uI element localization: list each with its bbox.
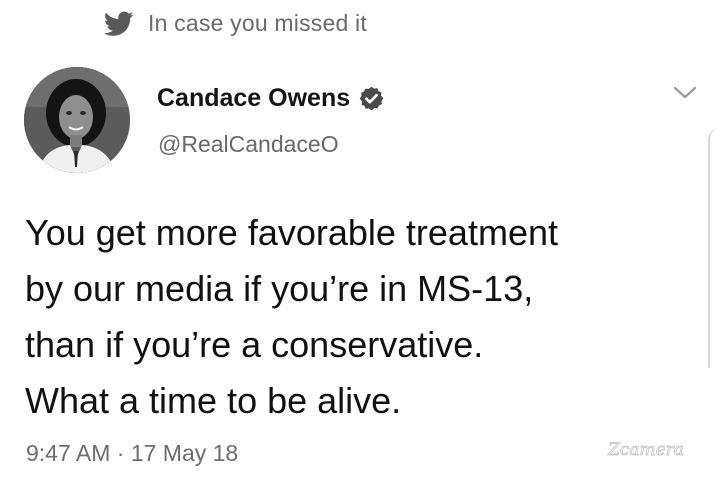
display-name[interactable]: Candace Owens [157,84,350,113]
twitter-bird-icon [104,11,134,36]
adjacent-card-edge [708,128,720,368]
tweet-text: You get more favorable treatment by our … [25,205,705,429]
chevron-down-icon[interactable] [672,84,698,102]
tweet-line: You get more favorable treatment [25,212,558,253]
watermark-logo: Zcamera [607,440,685,461]
tweet-line: than if you’re a conservative. [25,324,484,365]
author-handle[interactable]: @RealCandaceO [158,131,339,158]
profile-avatar[interactable] [24,67,130,173]
tweet-screenshot: In case you missed it Candace Owens @Rea… [0,0,720,477]
watermark-text: Zcamera [607,440,684,460]
context-label: In case you missed it [148,10,367,36]
tweet-timestamp[interactable]: 9:47 AM · 17 May 18 [26,440,238,467]
author-name-row: Candace Owens [157,84,385,113]
social-context: In case you missed it [104,10,367,37]
tweet-line: What a time to be alive. [25,380,402,421]
avatar-image [24,67,130,173]
tweet-line: by our media if you’re in MS-13, [25,268,534,309]
verified-badge-icon [359,86,384,111]
